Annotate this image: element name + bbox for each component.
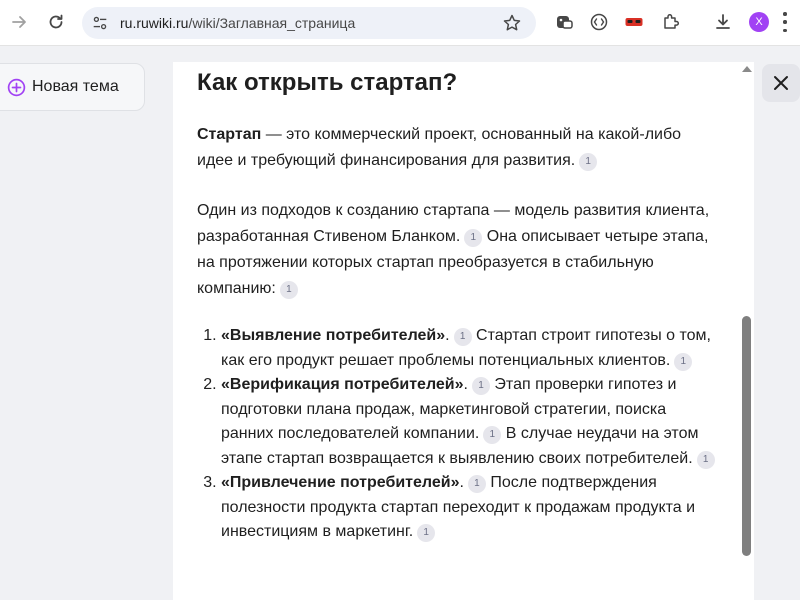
term-startup: Стартап	[197, 126, 262, 143]
puzzle-icon	[664, 13, 680, 29]
url-text[interactable]: ru.ruwiki.ru/wiki/Заглавная_страница	[120, 7, 355, 39]
download-icon	[716, 14, 730, 29]
browser-menu-kebab-icon[interactable]	[782, 12, 788, 32]
new-topic-label: Новая тема	[32, 78, 119, 95]
stage-title: «Верификация потребителей»	[221, 376, 464, 393]
extension-icon	[557, 16, 573, 29]
url-path: /wiki/Заглавная_страница	[188, 15, 356, 31]
reference-badge[interactable]: 1	[453, 328, 472, 346]
forward-button[interactable]	[6, 8, 34, 36]
reference-badge[interactable]: 1	[471, 377, 490, 395]
article-panel: Как открыть стартап? Стартап — это комме…	[173, 62, 754, 600]
reference-badge[interactable]: 1	[417, 524, 436, 542]
reference-badge[interactable]: 1	[483, 426, 502, 444]
reference-badge[interactable]: 1	[279, 281, 298, 299]
paragraph-model: Один из подходов к созданию стартапа — м…	[197, 198, 717, 302]
scroll-up-arrow-icon[interactable]	[742, 66, 752, 72]
close-panel-button[interactable]	[762, 64, 800, 102]
plus-circle-icon	[7, 78, 26, 96]
extension-button-2[interactable]	[585, 8, 613, 36]
stage-title: «Выявление потребителей»	[221, 327, 446, 344]
extension-button-3[interactable]	[620, 8, 648, 36]
stage-title: «Привлечение потребителей»	[221, 474, 460, 491]
code-brackets-icon	[590, 13, 608, 31]
site-settings-icon[interactable]	[90, 13, 110, 33]
scrollbar-thumb[interactable]	[742, 316, 751, 556]
arrow-right-icon	[12, 16, 26, 28]
downloads-button[interactable]	[709, 8, 737, 36]
close-icon	[774, 76, 788, 90]
reference-badge[interactable]: 1	[467, 475, 486, 493]
new-topic-button[interactable]: Новая тема	[0, 63, 145, 111]
url-host: ru.ruwiki.ru	[120, 15, 189, 31]
reference-badge[interactable]: 1	[674, 352, 693, 371]
reference-badge[interactable]: 1	[579, 153, 598, 171]
browser-toolbar: ru.ruwiki.ru/wiki/Заглавная_страница X	[0, 0, 800, 46]
article-content: Как открыть стартап? Стартап — это комме…	[197, 62, 717, 545]
mask-icon	[625, 18, 643, 26]
reload-button[interactable]	[42, 8, 70, 36]
definition-text: — это коммерческий проект, основанный на…	[197, 126, 682, 169]
list-item: «Привлечение потребителей».1 После подтв…	[221, 471, 717, 545]
reload-icon	[49, 14, 63, 29]
address-bar[interactable]: ru.ruwiki.ru/wiki/Заглавная_страница	[82, 7, 536, 39]
list-item: «Верификация потребителей».1 Этап провер…	[221, 373, 717, 471]
reference-badge[interactable]: 1	[464, 229, 483, 247]
extensions-menu-button[interactable]	[657, 8, 685, 36]
stages-list: «Выявление потребителей».1 Стартап строи…	[197, 324, 717, 545]
bookmark-star-icon[interactable]	[502, 13, 522, 33]
article-title: Как открыть стартап?	[197, 69, 458, 96]
list-item: «Выявление потребителей».1 Стартап строи…	[221, 324, 717, 373]
paragraph-definition: Стартап — это коммерческий проект, основ…	[197, 122, 717, 174]
profile-avatar[interactable]: X	[749, 12, 769, 32]
reference-badge[interactable]: 1	[696, 450, 715, 469]
scrollbar[interactable]	[739, 62, 754, 600]
extension-button-1[interactable]	[550, 8, 578, 36]
